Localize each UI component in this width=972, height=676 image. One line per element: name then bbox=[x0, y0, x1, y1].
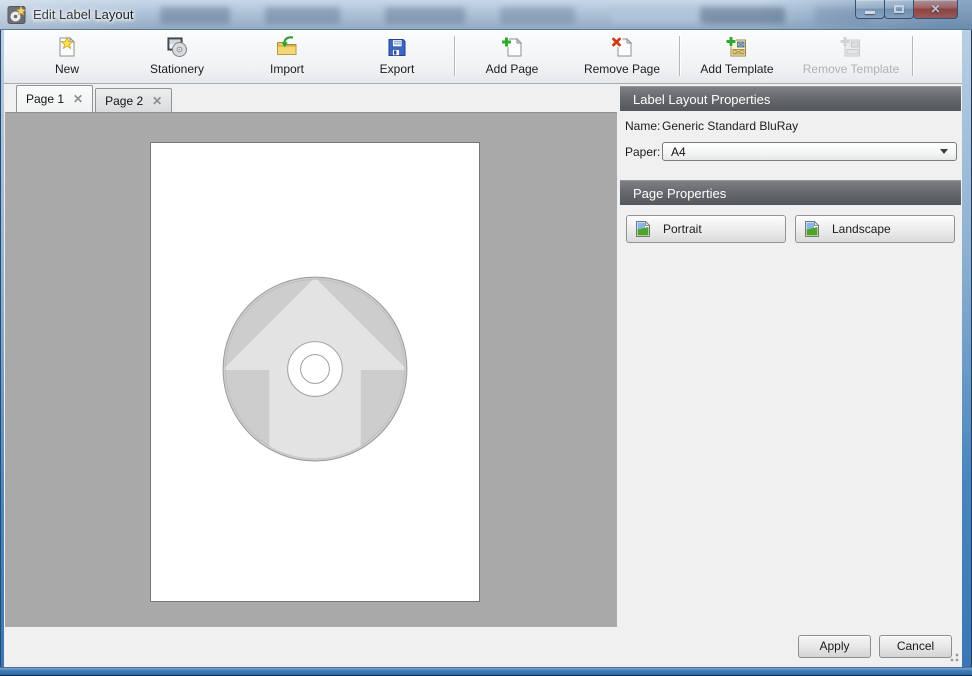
background-blur-blob bbox=[265, 7, 340, 24]
minimize-button[interactable] bbox=[855, 0, 885, 19]
background-blur-blob bbox=[385, 7, 465, 24]
new-label: New bbox=[55, 62, 79, 76]
apply-button[interactable]: Apply bbox=[798, 635, 871, 658]
paper-label: Paper: bbox=[625, 145, 660, 159]
chevron-down-icon bbox=[940, 149, 948, 154]
page-properties-header: Page Properties bbox=[620, 180, 961, 205]
paper-selected-value: A4 bbox=[671, 145, 940, 159]
portrait-label: Portrait bbox=[663, 222, 702, 236]
add-template-icon bbox=[724, 34, 750, 60]
remove-template-icon bbox=[838, 34, 864, 60]
resize-grip[interactable] bbox=[947, 650, 959, 662]
toolbar-separator bbox=[912, 36, 913, 76]
remove-page-icon bbox=[609, 34, 635, 60]
title-bar[interactable]: Edit Label Layout ✕ bbox=[0, 0, 972, 30]
tab-close-icon[interactable]: ✕ bbox=[152, 94, 162, 108]
maximize-button[interactable] bbox=[884, 0, 914, 19]
tab-close-icon[interactable]: ✕ bbox=[73, 92, 83, 106]
properties-panel: Label Layout Properties Name: Generic St… bbox=[619, 84, 962, 627]
stationery-icon bbox=[164, 34, 190, 60]
page-tab-bar: Page 1 ✕ Page 2 ✕ bbox=[4, 84, 619, 112]
import-button[interactable]: Import bbox=[232, 30, 342, 82]
add-page-button[interactable]: Add Page bbox=[457, 30, 567, 82]
remove-page-button[interactable]: Remove Page bbox=[567, 30, 677, 82]
window-border-bottom bbox=[0, 667, 972, 676]
portrait-icon bbox=[634, 220, 652, 238]
name-value: Generic Standard BluRay bbox=[662, 119, 798, 133]
landscape-button[interactable]: Landscape bbox=[795, 215, 955, 243]
name-label: Name: bbox=[625, 119, 660, 133]
application-icon bbox=[7, 5, 27, 25]
tab-page-1[interactable]: Page 1 ✕ bbox=[16, 85, 93, 112]
landscape-label: Landscape bbox=[832, 222, 891, 236]
export-floppy-icon bbox=[384, 34, 410, 60]
layout-canvas[interactable] bbox=[5, 112, 617, 627]
window-border-right bbox=[962, 30, 972, 667]
edit-label-layout-dialog: Edit Label Layout ✕ New bbox=[0, 0, 972, 676]
add-template-button[interactable]: Add Template bbox=[682, 30, 792, 82]
portrait-button[interactable]: Portrait bbox=[626, 215, 786, 243]
close-button[interactable]: ✕ bbox=[913, 0, 958, 19]
export-button[interactable]: Export bbox=[342, 30, 452, 82]
export-label: Export bbox=[380, 62, 415, 76]
add-page-icon bbox=[499, 34, 525, 60]
tab-label: Page 2 bbox=[105, 94, 143, 108]
toolbar-separator bbox=[454, 36, 455, 76]
minimize-icon bbox=[865, 11, 875, 14]
import-label: Import bbox=[270, 62, 304, 76]
a4-page-preview[interactable] bbox=[150, 142, 480, 602]
toolbar-separator bbox=[679, 36, 680, 76]
tab-label: Page 1 bbox=[26, 92, 64, 106]
remove-page-label: Remove Page bbox=[584, 62, 660, 76]
remove-template-label: Remove Template bbox=[803, 62, 900, 76]
background-blur-blob bbox=[610, 7, 710, 24]
stationery-button[interactable]: Stationery bbox=[122, 30, 232, 82]
new-button[interactable]: New bbox=[12, 30, 122, 82]
add-template-label: Add Template bbox=[700, 62, 773, 76]
disc-label-outline[interactable] bbox=[151, 143, 479, 601]
background-blur-blob bbox=[500, 7, 575, 24]
tab-page-2[interactable]: Page 2 ✕ bbox=[95, 88, 172, 112]
paper-select[interactable]: A4 bbox=[662, 142, 957, 161]
background-blur-blob bbox=[700, 7, 785, 24]
landscape-icon bbox=[803, 220, 821, 238]
maximize-icon bbox=[894, 5, 904, 13]
window-title: Edit Label Layout bbox=[33, 7, 133, 22]
background-blur-blob bbox=[815, 7, 870, 24]
client-area: New Stationery bbox=[4, 30, 962, 667]
cancel-button[interactable]: Cancel bbox=[879, 635, 952, 658]
dialog-footer: Apply Cancel bbox=[4, 627, 962, 667]
window-controls: ✕ bbox=[856, 0, 958, 19]
import-folder-icon bbox=[274, 34, 300, 60]
background-blur-blob bbox=[160, 7, 230, 24]
new-document-icon bbox=[54, 34, 80, 60]
close-icon: ✕ bbox=[930, 2, 940, 16]
toolbar: New Stationery bbox=[4, 30, 962, 84]
editor-pane: Page 1 ✕ Page 2 ✕ bbox=[4, 84, 619, 627]
stationery-label: Stationery bbox=[150, 62, 204, 76]
label-layout-properties-header: Label Layout Properties bbox=[620, 86, 961, 111]
remove-template-button[interactable]: Remove Template bbox=[792, 30, 910, 82]
add-page-label: Add Page bbox=[486, 62, 539, 76]
